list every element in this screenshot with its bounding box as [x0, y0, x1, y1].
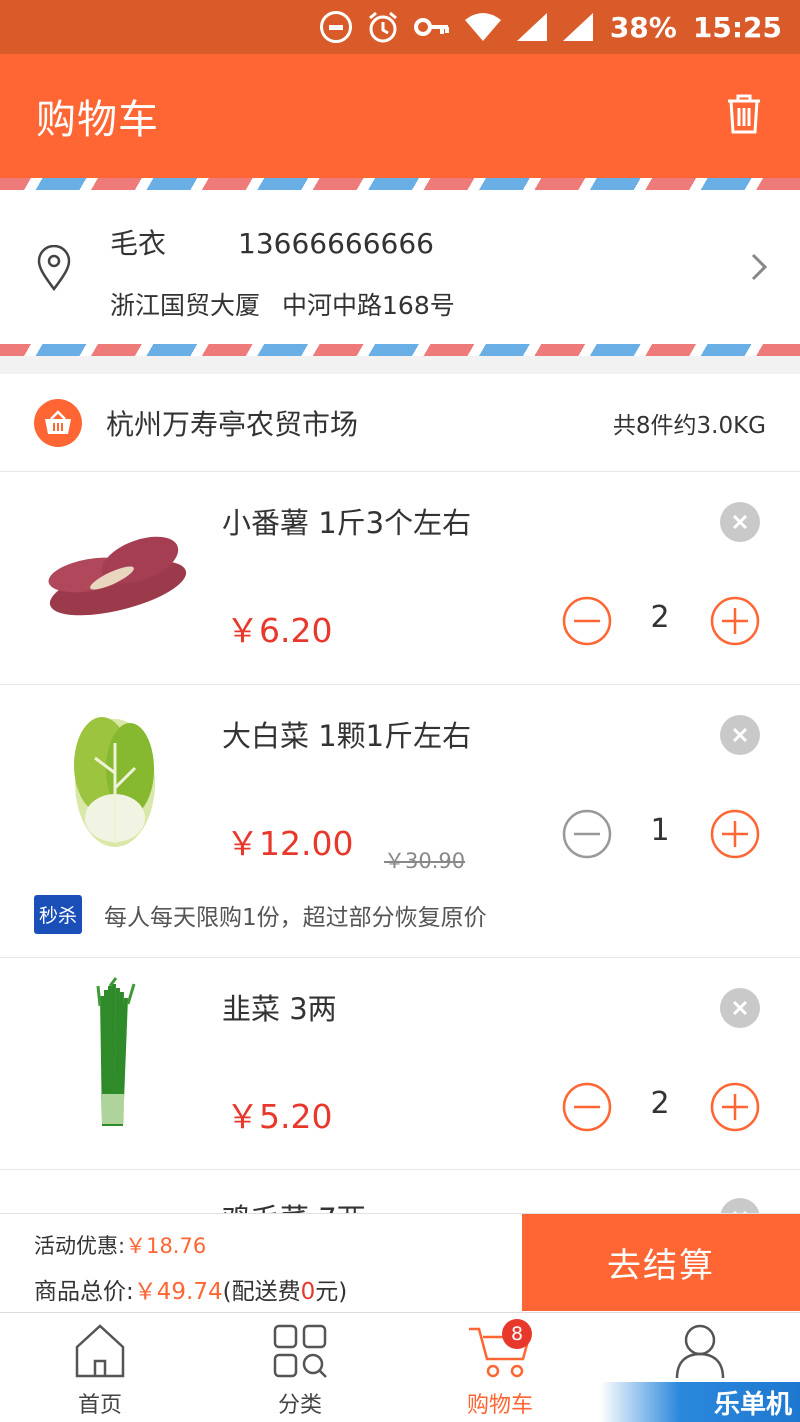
- address-line: 浙江国贸大厦 中河中路168号: [110, 286, 455, 322]
- app-header: 购物车: [0, 54, 800, 178]
- bottom-tab-bar: 首页 分类 8 购物车 个人 乐单机: [0, 1312, 800, 1422]
- delivery-suffix: 元): [315, 1279, 348, 1305]
- clock: 15:25: [692, 10, 782, 44]
- plus-icon[interactable]: [710, 1082, 760, 1136]
- section-divider: [0, 356, 800, 374]
- discount-label: 活动优惠:: [34, 1234, 126, 1258]
- store-summary: 共8件约3.0KG: [612, 412, 766, 439]
- envelope-stripe-top: [0, 178, 800, 190]
- total-line: 商品总价:￥49.74(配送费0元): [34, 1272, 347, 1306]
- app-screen: 38% 15:25 购物车 毛衣 13666666666 浙江国贸大厦 中河中路16…: [0, 0, 800, 1422]
- category-grid-icon: [272, 1323, 328, 1383]
- home-icon: [73, 1323, 127, 1383]
- wifi-icon: [464, 10, 502, 44]
- cart-item: 小番薯 1斤3个左右 ￥6.20 2: [0, 472, 800, 685]
- checkout-button[interactable]: 去结算: [522, 1214, 800, 1311]
- original-price: ￥30.90: [384, 849, 466, 873]
- basket-icon: [34, 398, 82, 447]
- signal-icon: [516, 10, 548, 44]
- remove-item-icon[interactable]: [720, 502, 760, 542]
- store-header: 杭州万寿亭农贸市场 共8件约3.0KG: [0, 374, 800, 472]
- plus-icon[interactable]: [710, 596, 760, 650]
- item-price: ￥12.00: [226, 824, 354, 863]
- cart-count-badge: 8: [502, 1319, 532, 1349]
- cabbage-image: [40, 703, 190, 853]
- remove-item-icon[interactable]: [720, 715, 760, 755]
- minus-icon[interactable]: [562, 1082, 612, 1136]
- sweet-potato-image: [40, 490, 190, 640]
- address-building: 浙江国贸大厦: [110, 291, 261, 320]
- plus-icon[interactable]: [710, 809, 760, 863]
- store-name: 杭州万寿亭农贸市场: [106, 407, 359, 441]
- delivery-address[interactable]: 毛衣 13666666666 浙江国贸大厦 中河中路168号: [0, 190, 800, 344]
- total-value: ￥49.74: [133, 1279, 223, 1305]
- trash-icon[interactable]: [724, 93, 764, 139]
- total-label: 商品总价:: [34, 1279, 134, 1305]
- discount-value: ￥18.76: [125, 1234, 207, 1258]
- remove-item-icon[interactable]: [720, 988, 760, 1028]
- item-name: 大白菜 1颗1斤左右: [222, 719, 472, 753]
- recipient-phone: 13666666666: [238, 227, 434, 260]
- alarm-icon: [366, 10, 400, 44]
- item-quantity: 1: [650, 813, 670, 848]
- page-title: 购物车: [36, 97, 159, 143]
- item-name: 韭菜 3两: [222, 992, 337, 1026]
- battery-level: 38%: [609, 10, 677, 44]
- envelope-stripe-bottom: [0, 344, 800, 356]
- tab-label: 购物车: [466, 1393, 533, 1418]
- watermark-logo: 乐单机: [600, 1382, 800, 1422]
- location-pin-icon: [36, 244, 72, 295]
- item-quantity: 2: [650, 1086, 670, 1121]
- checkout-bar: 活动优惠:￥18.76 商品总价:￥49.74(配送费0元) 去结算: [0, 1213, 800, 1311]
- minus-icon-disabled[interactable]: [562, 809, 612, 863]
- status-bar: 38% 15:25: [0, 0, 800, 54]
- delivery-fee: 0: [300, 1279, 316, 1305]
- item-price: ￥6.20: [226, 611, 333, 650]
- do-not-disturb-icon: [319, 10, 352, 44]
- item-quantity: 2: [650, 600, 670, 635]
- tab-label: 分类: [277, 1393, 322, 1418]
- chives-image: [40, 976, 190, 1127]
- promo-note: 秒杀 每人每天限购1份，超过部分恢复原价: [34, 895, 487, 934]
- recipient-name: 毛衣: [110, 227, 167, 260]
- promo-text: 每人每天限购1份，超过部分恢复原价: [104, 904, 487, 931]
- delivery-prefix: (配送费: [222, 1279, 301, 1305]
- cart-item: 大白菜 1颗1斤左右 ￥12.00 ￥30.90 1 秒杀 每人每天限购1份，超…: [0, 685, 800, 958]
- tab-cart[interactable]: 8 购物车: [400, 1313, 600, 1422]
- person-icon: [673, 1323, 727, 1383]
- item-price: ￥5.20: [226, 1097, 333, 1136]
- tab-label: 首页: [77, 1393, 122, 1418]
- item-name: 小番薯 1斤3个左右: [222, 506, 472, 540]
- cart-item: 韭菜 3两 ￥5.20 2: [0, 958, 800, 1170]
- vpn-key-icon: [413, 10, 450, 44]
- chevron-right-icon: [750, 252, 768, 286]
- signal-icon-2: [562, 10, 594, 44]
- address-street: 中河中路168号: [282, 291, 455, 320]
- discount-line: 活动优惠:￥18.76: [34, 1230, 206, 1260]
- tab-category[interactable]: 分类: [200, 1313, 400, 1422]
- minus-icon[interactable]: [562, 596, 612, 650]
- flash-sale-badge: 秒杀: [34, 895, 83, 934]
- tab-home[interactable]: 首页: [0, 1313, 200, 1422]
- recipient-line: 毛衣 13666666666: [110, 222, 434, 262]
